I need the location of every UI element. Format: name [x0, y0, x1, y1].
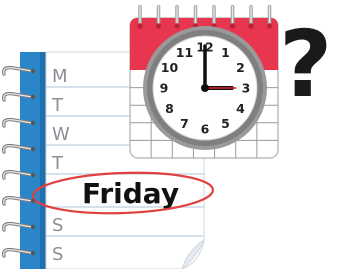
question-mark: ? — [279, 11, 332, 118]
calendar-ring — [192, 5, 199, 29]
clock-number: 8 — [165, 101, 174, 116]
clock-number: 3 — [242, 81, 251, 96]
clock-number: 4 — [236, 101, 245, 116]
illustration-scene: M T W T Friday S S 121234567891011 ? — [2, 5, 332, 269]
clock-number: 1 — [221, 45, 230, 60]
calendar-ring — [211, 5, 217, 29]
clock-number: 9 — [160, 81, 169, 96]
clock-number: 7 — [180, 116, 189, 131]
day-tuesday: T — [51, 95, 64, 116]
clock-number: 2 — [236, 60, 245, 75]
calendar-ring — [155, 5, 162, 29]
clock-number: 5 — [221, 116, 230, 131]
clock-pivot — [201, 84, 209, 92]
day-wednesday: W — [52, 124, 70, 145]
calendar-ring — [174, 5, 180, 29]
calendar-ring — [137, 5, 143, 29]
calendar-ring — [229, 5, 236, 29]
day-saturday: S — [52, 215, 63, 236]
day-monday: M — [52, 66, 68, 87]
day-friday: Friday — [82, 177, 179, 210]
day-sunday: S — [52, 244, 63, 265]
calendar-ring — [248, 5, 254, 29]
clock-number: 11 — [176, 45, 193, 60]
clock-number: 10 — [161, 60, 179, 75]
clock: 121234567891011 — [143, 26, 267, 150]
day-thursday: T — [51, 153, 64, 174]
calendar-ring — [266, 5, 273, 29]
clock-number: 6 — [201, 122, 210, 137]
